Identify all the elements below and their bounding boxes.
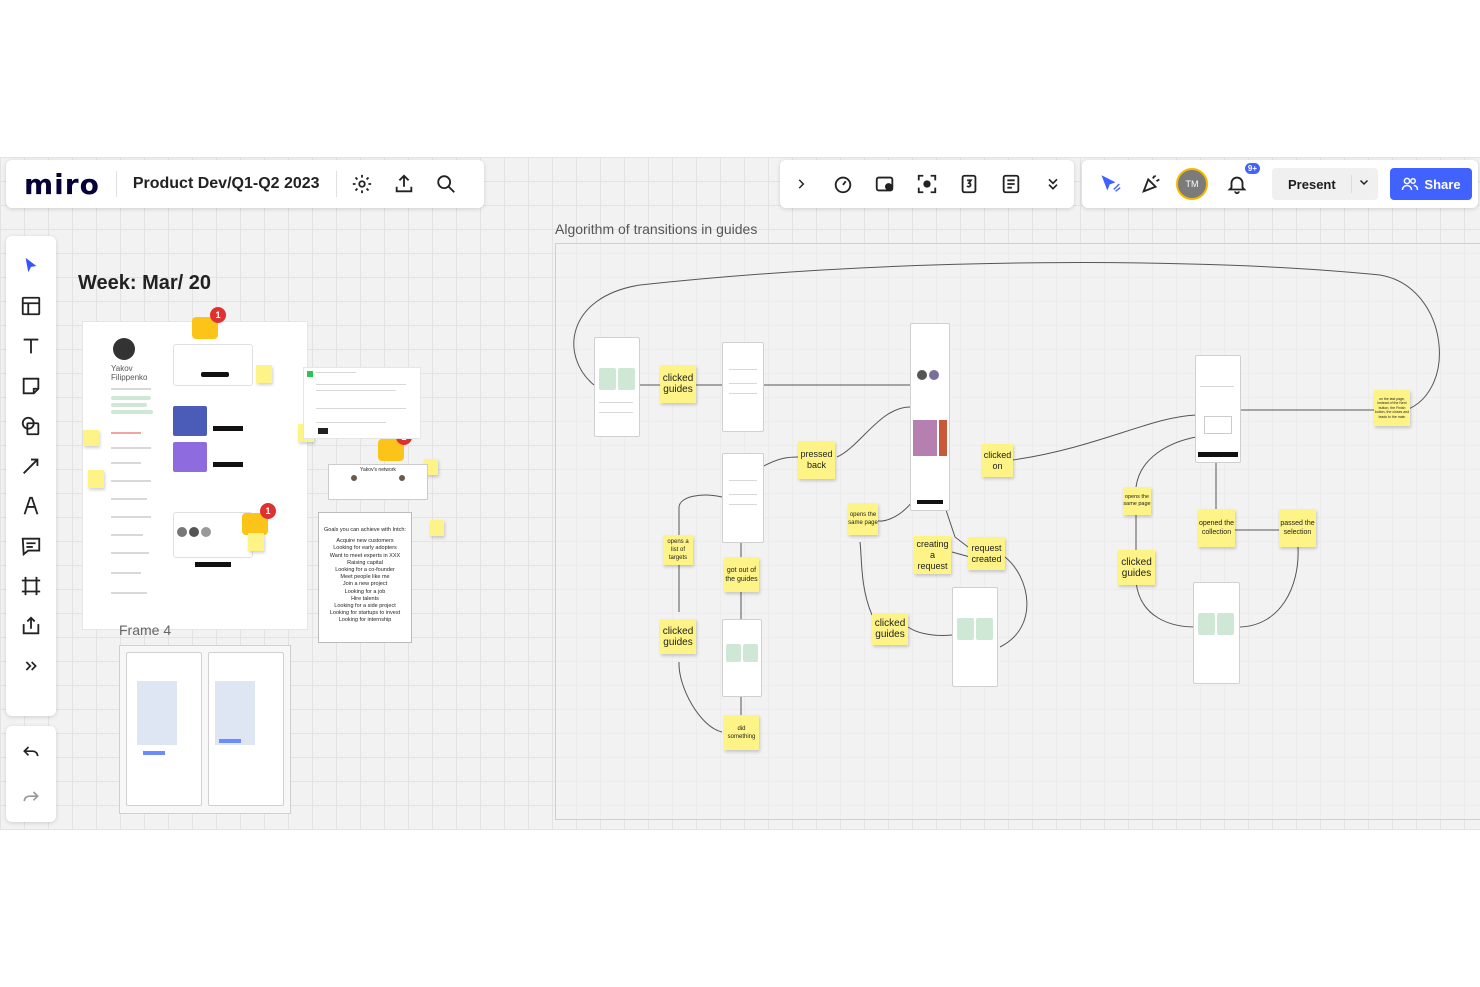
settings-icon[interactable] (345, 167, 379, 201)
present-button[interactable]: Present (1272, 168, 1378, 200)
present-label: Present (1288, 176, 1336, 192)
share-label: Share (1424, 176, 1461, 192)
screen-choose-goal-2[interactable] (722, 453, 764, 543)
bell-icon[interactable]: 9+ (1220, 163, 1260, 201)
more-icon[interactable] (1036, 167, 1070, 201)
sticky-did-something[interactable]: did something (724, 715, 759, 750)
sticky-pressed-back[interactable]: pressed back (798, 441, 835, 479)
sticky-clicked-guides[interactable]: clicked guides (660, 365, 696, 403)
left-toolbar (6, 236, 56, 716)
sticky-opens-same-page[interactable]: opens the same page (848, 503, 878, 535)
export-icon[interactable] (387, 167, 421, 201)
sticky-opens-same-page[interactable]: opens the same page (1123, 487, 1151, 515)
sticky-note-icon[interactable] (14, 369, 48, 403)
count-icon[interactable] (952, 167, 986, 201)
cursor-reactions-icon[interactable] (1094, 167, 1128, 201)
sticky-creating-request[interactable]: creating a request (914, 536, 951, 574)
select-tool-icon[interactable] (14, 249, 48, 283)
chevron-down-icon[interactable] (1351, 175, 1370, 193)
right-toolbar: TM 9+ Present Share (1082, 160, 1478, 208)
board-title[interactable]: Product Dev/Q1-Q2 2023 (133, 175, 320, 193)
screen-find-people[interactable] (910, 323, 950, 511)
shapes-icon[interactable] (14, 409, 48, 443)
comment-tool-icon[interactable] (14, 529, 48, 563)
screen-guides-home-3[interactable] (952, 587, 998, 687)
screen-guides-home[interactable] (594, 337, 640, 437)
chevron-right-icon[interactable] (784, 167, 818, 201)
screen-guides-home-2[interactable] (722, 619, 762, 697)
users-icon (1402, 177, 1419, 191)
notes-icon[interactable] (994, 167, 1028, 201)
connection-line-icon[interactable] (14, 449, 48, 483)
sticky-clicked-guides[interactable]: clicked guides (872, 613, 908, 645)
screen-guides-home-4[interactable] (1193, 582, 1240, 684)
upload-icon[interactable] (14, 609, 48, 643)
templates-icon[interactable] (14, 289, 48, 323)
focus-icon[interactable] (910, 167, 944, 201)
board-header: miro Product Dev/Q1-Q2 2023 (6, 160, 484, 208)
sticky-opened-collection[interactable]: opened the collection (1198, 509, 1235, 547)
text-tool-icon[interactable] (14, 329, 48, 363)
celebrate-icon[interactable] (1134, 167, 1168, 201)
screen-collection[interactable] (1195, 355, 1241, 463)
sticky-last-page-note[interactable]: on the last page, instead of the Next bu… (1374, 390, 1410, 426)
history-toolbar (6, 726, 56, 822)
sticky-clicked-on[interactable]: clicked on (982, 444, 1013, 477)
collab-toolbar (780, 160, 1074, 208)
sticky-request-created[interactable]: request created (968, 537, 1005, 570)
avatar[interactable]: TM (1176, 168, 1208, 200)
board-canvas[interactable]: Week: Mar/ 20 Yakov Filippenko 1 1 Yakov… (0, 157, 1480, 830)
miro-logo[interactable]: miro (24, 168, 100, 201)
sticky-passed-selection[interactable]: passed the selection (1279, 509, 1316, 547)
notification-badge: 9+ (1244, 163, 1260, 174)
undo-icon[interactable] (14, 735, 48, 769)
more-tools-icon[interactable] (14, 649, 48, 683)
sticky-clicked-guides[interactable]: clicked guides (1118, 550, 1155, 585)
timer-icon[interactable] (826, 167, 860, 201)
redo-icon[interactable] (14, 780, 48, 814)
share-button[interactable]: Share (1390, 168, 1472, 200)
sticky-got-out-guides[interactable]: got out of the guides (724, 557, 759, 592)
screen-choose-goal-1[interactable] (722, 342, 764, 432)
video-icon[interactable] (868, 167, 902, 201)
pen-icon[interactable] (14, 489, 48, 523)
sticky-opens-list-targets[interactable]: opens a list of targets (663, 535, 693, 565)
search-icon[interactable] (429, 167, 463, 201)
sticky-clicked-guides[interactable]: clicked guides (660, 619, 696, 654)
frame-icon[interactable] (14, 569, 48, 603)
avatar-initials: TM (1185, 179, 1199, 189)
